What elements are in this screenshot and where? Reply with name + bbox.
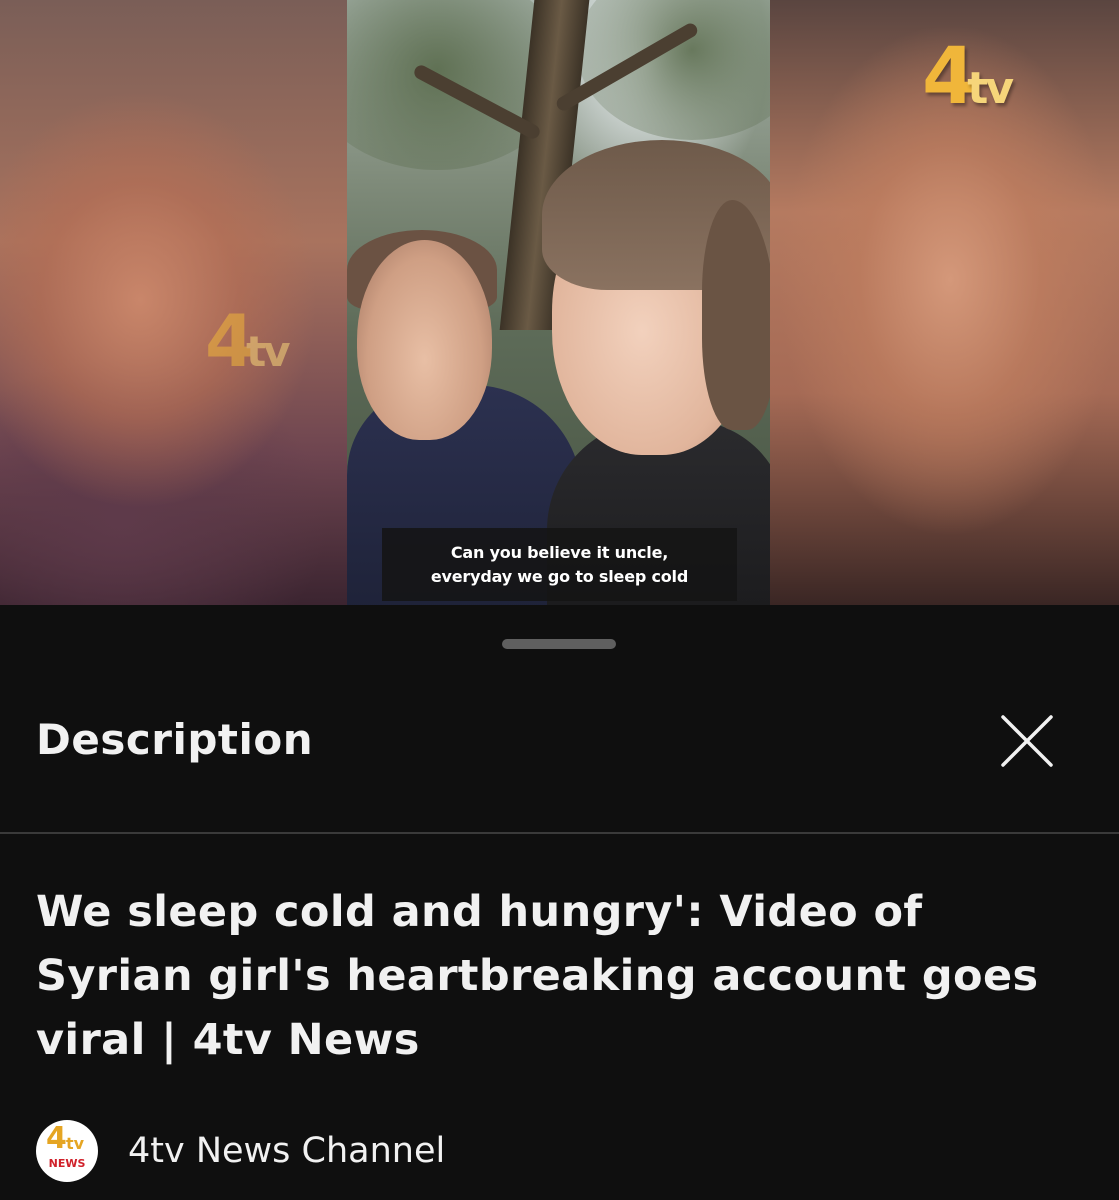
channel-avatar[interactable]: 4 tv NEWS: [36, 1120, 98, 1182]
logo-four: 4: [922, 32, 976, 122]
avatar-tv: tv: [66, 1134, 85, 1153]
logo-tv: tv: [967, 63, 1014, 114]
avatar-four: 4: [46, 1121, 67, 1156]
logo-watermark: 4tv: [205, 305, 291, 377]
sheet-title: Description: [36, 715, 314, 764]
close-icon: [1001, 715, 1053, 767]
drag-handle[interactable]: [502, 639, 616, 649]
video-frame: [347, 0, 770, 605]
channel-row[interactable]: 4 tv NEWS 4tv News Channel: [36, 1119, 445, 1183]
caption-line-2: everyday we go to sleep cold: [430, 566, 689, 586]
video-player[interactable]: 4tv 4tv Can you believe it uncle, everyd…: [0, 0, 1119, 605]
video-blur-left: [0, 0, 347, 605]
avatar-news: NEWS: [48, 1157, 86, 1170]
caption-line-1: Can you believe it uncle,: [450, 542, 669, 562]
video-title: We sleep cold and hungry': Video of Syri…: [36, 887, 1039, 1065]
video-caption: Can you believe it uncle, everyday we go…: [382, 528, 737, 601]
description-sheet: Description We sleep cold and hungry': V…: [0, 607, 1119, 1200]
channel-name[interactable]: 4tv News Channel: [128, 1131, 445, 1171]
watermark-tv: tv: [246, 327, 291, 376]
channel-logo: 4tv: [922, 38, 1014, 116]
divider: [0, 832, 1119, 834]
child-front-hair-side: [702, 200, 770, 430]
child-back-face: [357, 240, 492, 440]
close-button[interactable]: [995, 709, 1059, 773]
